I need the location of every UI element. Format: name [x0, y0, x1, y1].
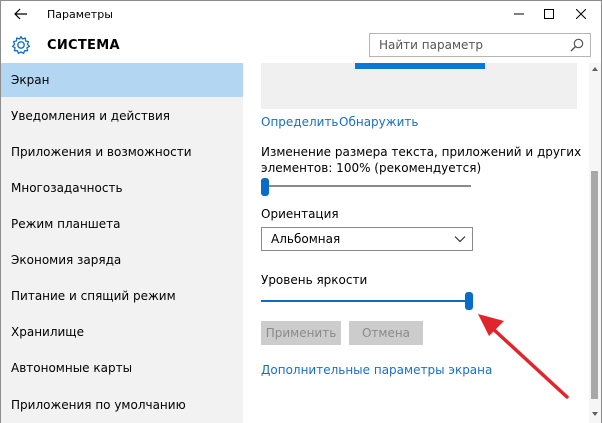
window-title: Параметры	[47, 8, 113, 21]
scrollbar[interactable]	[589, 63, 601, 423]
advanced-display-settings-link[interactable]: Дополнительные параметры экрана	[261, 363, 492, 377]
scroll-up-icon[interactable]	[590, 64, 600, 74]
sidebar-item-power-sleep[interactable]: Питание и спящий режим	[1, 279, 243, 313]
monitor-tile[interactable]	[355, 63, 485, 69]
search-input[interactable]: Найти параметр	[369, 33, 591, 57]
brightness-label: Уровень яркости	[261, 273, 368, 287]
scroll-thumb[interactable]	[591, 171, 598, 399]
sidebar-item-apps-features[interactable]: Приложения и возможности	[1, 135, 243, 169]
orientation-label: Ориентация	[261, 207, 339, 221]
sidebar-item-tablet-mode[interactable]: Режим планшета	[1, 207, 243, 241]
maximize-button[interactable]	[535, 1, 563, 27]
detect-link[interactable]: Обнаружить	[339, 115, 418, 129]
brightness-slider-track[interactable]	[261, 300, 467, 302]
page-header: СИСТЕМА Найти параметр	[1, 29, 601, 63]
cancel-button[interactable]: Отмена	[349, 321, 423, 345]
apply-button[interactable]: Применить	[261, 321, 341, 345]
sidebar-item-display[interactable]: Экран	[1, 63, 243, 97]
sidebar-item-multitasking[interactable]: Многозадачность	[1, 171, 243, 205]
minimize-button[interactable]	[505, 1, 533, 27]
chevron-down-icon	[454, 236, 466, 243]
back-button[interactable]	[7, 3, 35, 25]
monitor-preview	[261, 63, 577, 109]
search-icon[interactable]	[570, 38, 584, 52]
sidebar-item-battery-saver[interactable]: Экономия заряда	[1, 243, 243, 277]
settings-window: Параметры СИСТЕМА Найти параметр Экран У…	[0, 0, 602, 423]
sidebar-item-notifications[interactable]: Уведомления и действия	[1, 99, 243, 133]
display-settings-panel: Определить Обнаружить Изменение размера …	[243, 63, 589, 423]
sidebar-item-storage[interactable]: Хранилище	[1, 315, 243, 349]
scale-slider-track[interactable]	[263, 185, 471, 187]
sidebar-item-default-apps[interactable]: Приложения по умолчанию	[1, 388, 243, 422]
scroll-down-icon[interactable]	[590, 409, 600, 419]
scale-slider-thumb[interactable]	[261, 178, 269, 196]
sidebar: Экран Уведомления и действия Приложения …	[1, 63, 243, 423]
orientation-select[interactable]: Альбомная	[261, 227, 473, 251]
title-bar: Параметры	[1, 1, 601, 29]
sidebar-item-offline-maps[interactable]: Автономные карты	[1, 351, 243, 385]
close-icon	[576, 9, 586, 19]
close-button[interactable]	[567, 1, 595, 27]
gear-icon	[11, 35, 31, 55]
scale-label-line1: Изменение размера текста, приложений и д…	[261, 145, 582, 159]
search-placeholder: Найти параметр	[379, 38, 483, 52]
scale-label-line2: элементов: 100% (рекомендуется)	[261, 161, 482, 175]
back-arrow-icon	[14, 8, 27, 20]
maximize-icon	[544, 9, 554, 19]
orientation-value: Альбомная	[271, 232, 341, 246]
minimize-icon	[514, 13, 524, 15]
page-title: СИСТЕМА	[47, 38, 120, 53]
brightness-slider-thumb[interactable]	[465, 292, 473, 310]
identify-link[interactable]: Определить	[261, 115, 339, 129]
